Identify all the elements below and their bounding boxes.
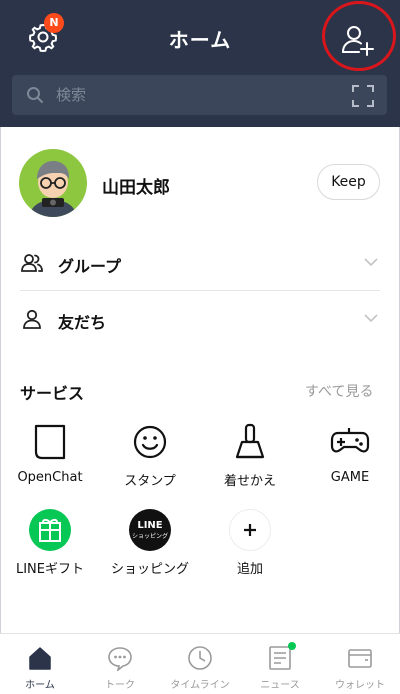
news-notification-dot [288, 642, 296, 650]
shopping-logo-line2: ショッピング [132, 532, 168, 540]
service-add[interactable]: 追加 [200, 508, 300, 577]
chevron-down-icon [364, 258, 378, 267]
tab-label: タイムライン [170, 680, 230, 691]
tab-label: ホーム [25, 680, 55, 691]
service-label: ショッピング [110, 562, 189, 577]
service-shopping[interactable]: LINE ショッピング ショッピング [100, 508, 200, 577]
gamepad-icon [330, 428, 370, 453]
news-icon-wrap [267, 642, 296, 671]
person-icon [23, 309, 41, 329]
highlight-ring [322, 1, 396, 71]
search-icon [27, 87, 43, 103]
service-label: GAME [330, 470, 370, 485]
service-label: 着せかえ [223, 474, 276, 489]
search-bar[interactable] [12, 75, 387, 115]
brush-icon [235, 423, 265, 459]
profile-name[interactable]: 山田太郎 [102, 173, 170, 198]
friends-label: 友だち [58, 313, 107, 332]
service-label: スタンプ [124, 474, 176, 489]
friends-row[interactable]: 友だち [20, 291, 380, 347]
groups-row[interactable]: グループ [20, 235, 380, 291]
keep-button[interactable]: Keep [317, 164, 380, 200]
plus-icon [229, 509, 271, 551]
shopping-logo-line1: LINE [137, 520, 162, 531]
chevron-down-icon [364, 314, 378, 323]
wallet-icon [348, 649, 372, 668]
tab-label: ニュース [260, 680, 300, 691]
tab-label: トーク [105, 680, 135, 691]
service-openchat[interactable]: OpenChat [0, 420, 100, 485]
bottom-tab-bar: ホーム トーク タイムライン ニュース ウォレット [0, 633, 400, 694]
avatar-illustration [19, 149, 87, 217]
service-label: LINEギフト [15, 562, 84, 577]
service-theme[interactable]: 着せかえ [200, 420, 300, 489]
tab-label: ウォレット [335, 680, 385, 691]
tab-news[interactable]: ニュース [240, 634, 320, 694]
groups-label: グループ [58, 257, 122, 276]
services-title: サービス [20, 384, 85, 403]
group-icon [21, 254, 43, 272]
smiley-icon [133, 425, 167, 459]
line-shopping-icon: LINE ショッピング [129, 509, 171, 551]
openchat-icon [34, 424, 66, 460]
service-label: 追加 [236, 562, 263, 577]
tab-talk[interactable]: トーク [80, 634, 160, 694]
home-icon [29, 647, 51, 670]
chat-bubble-icon [108, 647, 132, 671]
gift-icon [29, 509, 71, 551]
tab-timeline[interactable]: タイムライン [160, 634, 240, 694]
tab-home[interactable]: ホーム [0, 634, 80, 694]
service-label: OpenChat [17, 470, 83, 485]
service-line-gift[interactable]: LINEギフト [0, 508, 100, 577]
see-all-link[interactable]: すべて見る [305, 381, 373, 401]
header: N ホーム [0, 0, 400, 127]
scan-icon[interactable] [352, 85, 374, 107]
tab-wallet[interactable]: ウォレット [320, 634, 400, 694]
service-stamp[interactable]: スタンプ [100, 420, 200, 489]
clock-icon [188, 646, 212, 670]
avatar[interactable] [19, 149, 87, 217]
search-input[interactable] [56, 84, 316, 106]
service-game[interactable]: GAME [300, 420, 400, 485]
